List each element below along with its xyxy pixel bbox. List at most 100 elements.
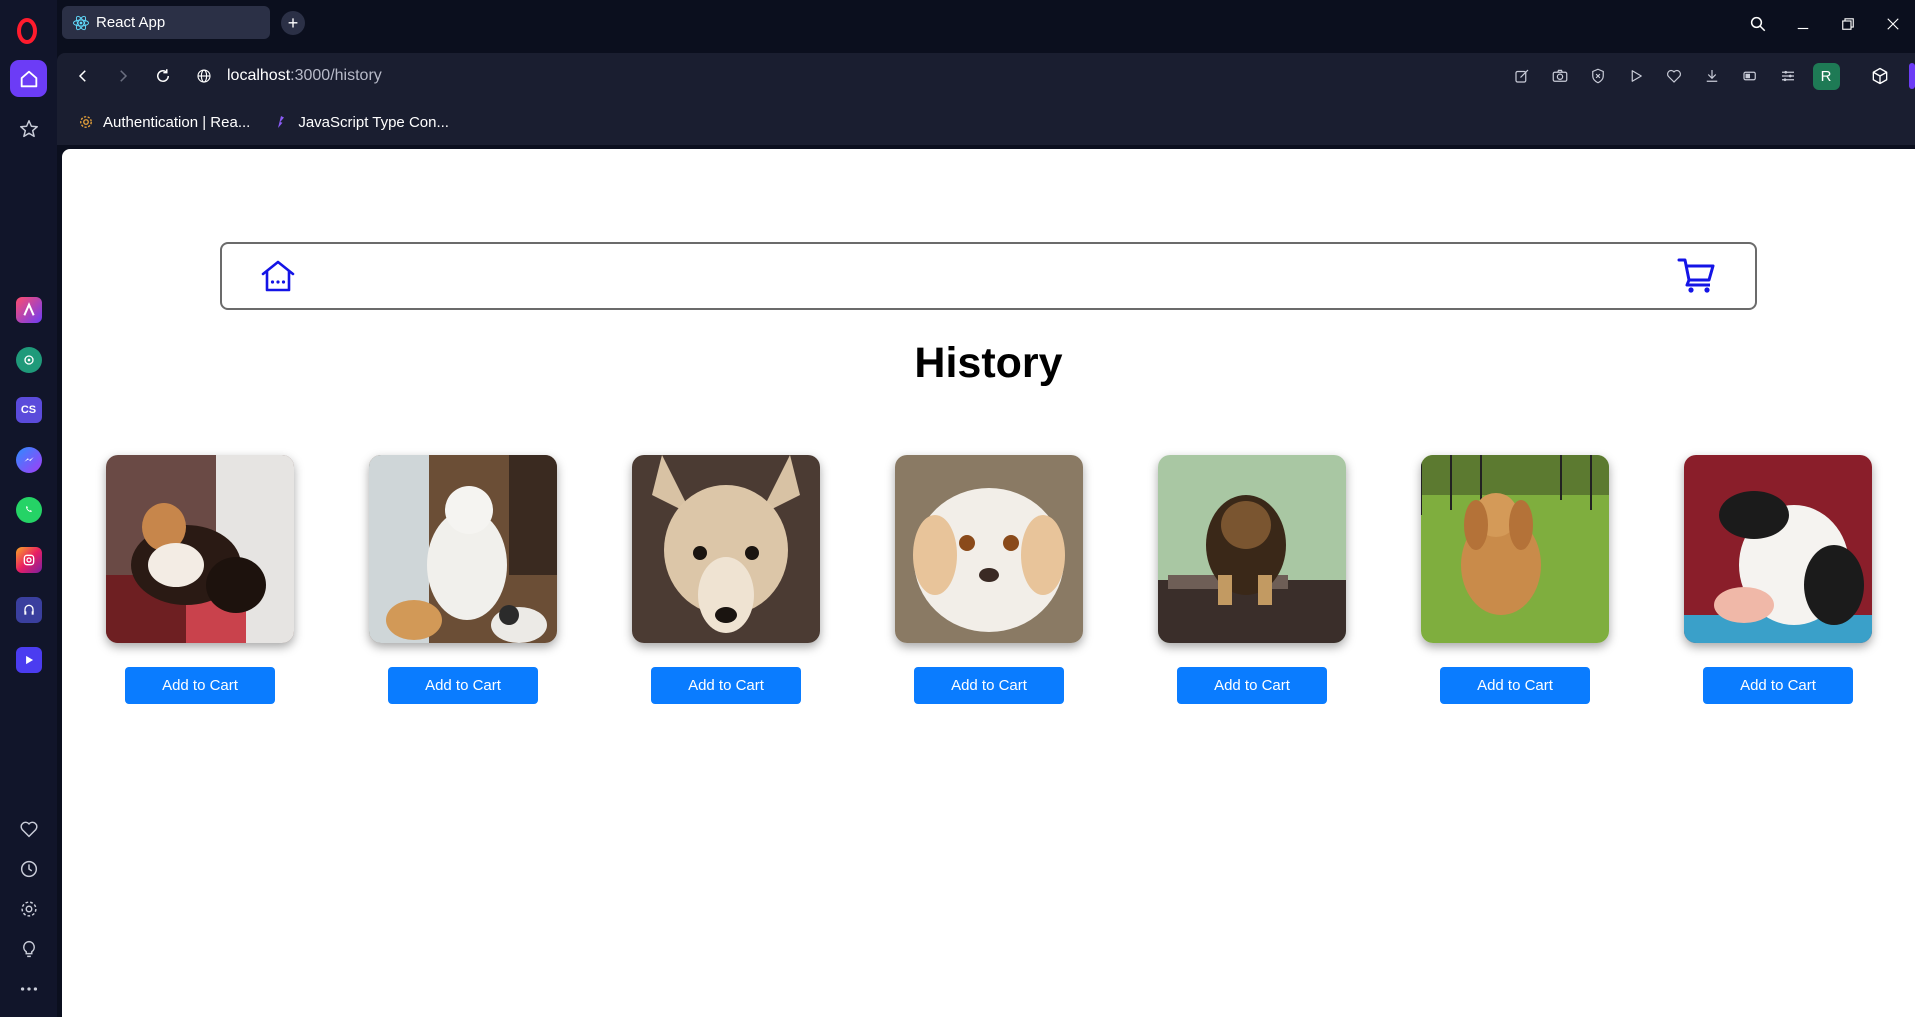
product-card: Add to Cart [1684, 455, 1874, 704]
heart-icon [1667, 69, 1681, 83]
forward-button[interactable] [103, 67, 143, 85]
sidebar-aria-button[interactable] [10, 291, 47, 328]
shield-block-icon [1592, 68, 1604, 84]
add-to-cart-button[interactable]: Add to Cart [651, 667, 801, 704]
sidebar-favorites-button[interactable] [10, 810, 47, 847]
extensions-cube-icon[interactable] [1870, 66, 1890, 86]
product-image-cocker-spaniel [1421, 455, 1609, 643]
product-image-spaniel-puppy [895, 455, 1083, 643]
add-to-cart-button[interactable]: Add to Cart [1440, 667, 1590, 704]
sidebar-chatgpt-button[interactable] [10, 341, 47, 378]
product-image-husky-puppy [632, 455, 820, 643]
chatgpt-icon [15, 346, 42, 373]
logo-icon [278, 116, 285, 128]
player-button[interactable] [1617, 67, 1655, 85]
react-icon [73, 15, 89, 30]
share-button[interactable] [1503, 67, 1541, 85]
snapshot-button[interactable] [1541, 67, 1579, 85]
codesandbox-icon: CS [15, 396, 42, 423]
minimize-icon [1797, 27, 1808, 29]
instagram-icon [15, 546, 42, 573]
sidebar-instagram-button[interactable] [10, 541, 47, 578]
aria-icon [15, 296, 42, 323]
globe-icon [197, 69, 211, 83]
add-to-cart-button[interactable]: Add to Cart [914, 667, 1064, 704]
tab-title: React App [96, 14, 166, 31]
restore-icon [1841, 17, 1854, 30]
bookmarks-bar: Authentication | Rea... JavaScript Type … [57, 99, 1915, 145]
edit-share-icon [1515, 69, 1529, 83]
whatsapp-icon [15, 496, 42, 523]
page-title: History [914, 339, 1063, 387]
product-card: Add to Cart [106, 455, 296, 704]
bookmark-label: JavaScript Type Con... [298, 113, 449, 131]
new-tab-button[interactable]: + [281, 11, 305, 35]
reload-button[interactable] [143, 67, 183, 85]
url-path: :3000/history [290, 67, 382, 84]
reload-icon [157, 69, 169, 82]
home-icon[interactable] [260, 259, 296, 293]
sidebar-history-button[interactable] [10, 850, 47, 887]
bookmark-authentication[interactable]: Authentication | Rea... [77, 113, 250, 131]
page-viewport: History Add to Cart Add to Cart Add to C… [62, 149, 1915, 1017]
more-dots-icon [20, 986, 37, 991]
gear-icon [20, 900, 37, 917]
bookmark-javascript-type[interactable]: JavaScript Type Con... [272, 113, 449, 131]
sidebar-codesandbox-button[interactable]: CS [10, 391, 47, 428]
product-image-poodle [369, 455, 557, 643]
opera-logo-icon[interactable] [13, 17, 41, 45]
home-icon [20, 70, 37, 87]
product-card: Add to Cart [1421, 455, 1611, 704]
address-bar: localhost:3000/history R [57, 53, 1915, 99]
battery-saver-button[interactable] [1731, 67, 1769, 85]
minimize-button[interactable] [1780, 15, 1825, 33]
player-icon [15, 646, 42, 673]
close-icon [1886, 17, 1899, 30]
product-card: Add to Cart [632, 455, 822, 704]
sidebar-more-button[interactable] [10, 970, 47, 1007]
messenger-icon [15, 446, 42, 473]
downloads-button[interactable] [1693, 67, 1731, 85]
close-window-button[interactable] [1870, 15, 1915, 33]
sidebar-messenger-button[interactable] [10, 441, 47, 478]
sidebar-speed-dial-button[interactable] [10, 110, 47, 147]
browser-sidebar: CS [0, 0, 57, 1017]
restore-button[interactable] [1825, 15, 1870, 33]
back-button[interactable] [63, 67, 103, 85]
battery-icon [1743, 71, 1756, 81]
add-to-cart-button[interactable]: Add to Cart [125, 667, 275, 704]
play-icon [1631, 70, 1642, 82]
window-controls [1735, 0, 1915, 47]
app-navbar [220, 242, 1757, 310]
search-icon [1750, 16, 1765, 31]
music-icon [15, 596, 42, 623]
profile-button[interactable]: R [1807, 62, 1845, 90]
url-host: localhost [227, 67, 291, 84]
sidebar-home-button[interactable] [10, 60, 47, 97]
sidebar-accent-bar [1909, 63, 1915, 89]
url-field[interactable]: localhost:3000/history [195, 67, 382, 85]
download-icon [1706, 70, 1718, 82]
adblock-button[interactable] [1579, 67, 1617, 85]
toolbar-actions: R [1503, 53, 1845, 99]
sliders-icon [1782, 70, 1794, 82]
react-gear-icon [80, 116, 92, 128]
tab-react-app[interactable]: React App [62, 6, 270, 39]
cart-icon[interactable] [1677, 256, 1715, 294]
bookmark-label: Authentication | Rea... [103, 113, 251, 131]
easy-setup-button[interactable] [1769, 67, 1807, 85]
tab-search-button[interactable] [1735, 15, 1780, 33]
product-image-sheltie [106, 455, 294, 643]
product-image-briard-puppy [1158, 455, 1346, 643]
clock-icon [20, 860, 37, 877]
add-to-cart-button[interactable]: Add to Cart [1703, 667, 1853, 704]
tab-strip: React App + [57, 0, 1915, 47]
sidebar-music-button[interactable] [10, 591, 47, 628]
favorites-button[interactable] [1655, 67, 1693, 85]
add-to-cart-button[interactable]: Add to Cart [388, 667, 538, 704]
add-to-cart-button[interactable]: Add to Cart [1177, 667, 1327, 704]
sidebar-tips-button[interactable] [10, 930, 47, 967]
sidebar-settings-button[interactable] [10, 890, 47, 927]
sidebar-whatsapp-button[interactable] [10, 491, 47, 528]
sidebar-player-button[interactable] [10, 641, 47, 678]
